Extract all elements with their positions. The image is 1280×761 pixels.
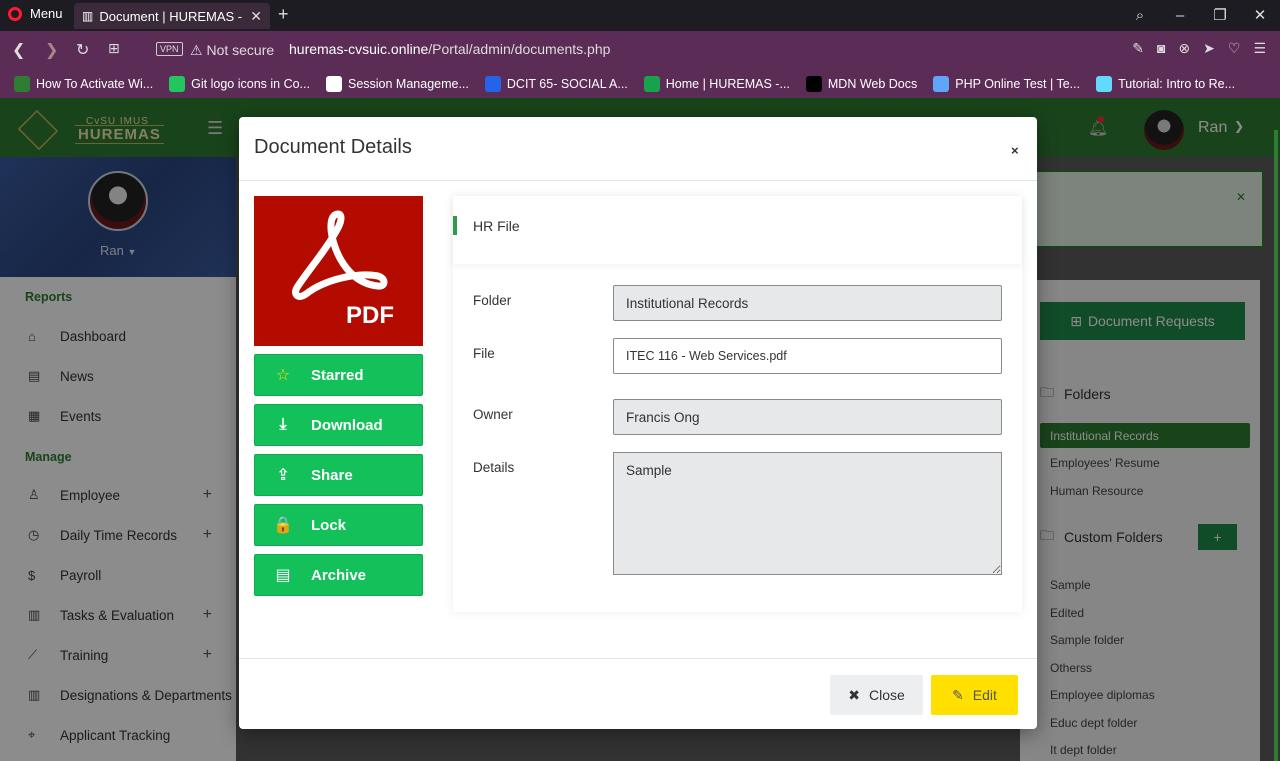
category-accent-bar [453, 216, 457, 235]
bookmark-favicon-icon [933, 75, 950, 92]
bookmark-favicon-icon [14, 75, 30, 92]
easy-setup-icon[interactable]: ☰ [1253, 40, 1266, 57]
bookmark-item[interactable]: MDN Web Docs [805, 75, 918, 92]
vpn-badge[interactable]: VPN [156, 42, 183, 56]
bookmark-label: Git logo icons in Co... [191, 76, 310, 91]
send-icon[interactable]: ➤ [1203, 40, 1215, 57]
action-label: Download [311, 416, 383, 434]
browser-search-icon[interactable]: ⌕ [1120, 0, 1160, 31]
edit-button-label: Edit [972, 687, 997, 703]
download-icon: ⤓ [279, 416, 287, 433]
bookmark-favicon-icon [325, 75, 342, 92]
category-strip: HR File [453, 196, 1022, 264]
close-button-label: Close [868, 687, 905, 703]
reload-icon[interactable]: ↻ [76, 40, 89, 60]
bookmark-item[interactable]: DCIT 65- SOCIAL A... [484, 75, 628, 92]
url-domain: huremas-cvsuic.online [289, 41, 429, 57]
tab-favicon-icon: ▥ [82, 9, 94, 23]
bookmark-favicon-icon [1096, 75, 1113, 92]
bookmark-item[interactable]: Home | HUREMAS -... [643, 75, 790, 92]
new-tab-icon[interactable]: + [278, 4, 289, 25]
folder-field[interactable] [613, 285, 1002, 321]
modal-title: Document Details [254, 136, 412, 158]
category-label: HR File [473, 218, 520, 234]
file-name-field[interactable] [613, 338, 1002, 374]
tab-close-icon[interactable]: ✕ [250, 8, 262, 25]
document-info-card: HR File Folder File Owner Details [453, 196, 1022, 612]
heart-icon[interactable]: ♡ [1228, 40, 1241, 57]
pdf-thumbnail: PDF [254, 196, 423, 346]
bookmark-item[interactable]: Tutorial: Intro to Re... [1096, 75, 1236, 92]
owner-label: Owner [473, 407, 513, 422]
scroll-edge [1274, 130, 1278, 761]
bookmark-label: PHP Online Test | Te... [955, 76, 1081, 91]
close-button[interactable]: ✖ Close [830, 675, 923, 715]
forward-icon[interactable]: ❯ [45, 40, 58, 60]
download-button[interactable]: ⤓ Download [254, 404, 423, 446]
modal-close-icon[interactable]: × [1011, 143, 1019, 158]
bookmark-label: How To Activate Wi... [36, 76, 154, 91]
tab-title: Document | HUREMAS - Cv [99, 8, 244, 24]
bookmark-label: MDN Web Docs [827, 76, 918, 91]
browser-menu-label: Menu [30, 6, 63, 21]
share-button[interactable]: ⇪ Share [254, 454, 423, 496]
action-label: Share [311, 466, 353, 484]
url-field[interactable]: huremas-cvsuic.online/Portal/admin/docum… [289, 41, 610, 57]
folder-label: Folder [473, 293, 512, 308]
tabs-grid-icon[interactable]: ⊞ [108, 40, 120, 57]
address-bar: ❮ ❯ ↻ ⊞ VPN ⚠ Not secure huremas-cvsuic.… [0, 31, 1280, 69]
security-label: Not secure [206, 42, 275, 58]
edit-url-icon[interactable]: ✎ [1132, 40, 1144, 57]
bookmark-favicon-icon [805, 75, 822, 92]
security-indicator[interactable]: ⚠ Not secure [190, 42, 274, 59]
bookmark-label: Tutorial: Intro to Re... [1118, 76, 1236, 91]
edit-icon: ✎ [952, 686, 964, 703]
star-icon: ☆ [275, 367, 291, 384]
block-icon[interactable]: ⊗ [1178, 40, 1190, 57]
restore-icon[interactable]: ❐ [1200, 0, 1240, 31]
bookmark-favicon-icon [643, 75, 660, 92]
back-icon[interactable]: ❮ [12, 40, 25, 60]
share-icon: ⇪ [276, 467, 290, 484]
file-label: File [473, 346, 495, 361]
bookmark-item[interactable]: Session Manageme... [325, 75, 469, 92]
document-details-modal: Document Details × PDF ☆ Starred ⤓ Download… [239, 117, 1037, 729]
snapshot-icon[interactable]: ◙ [1157, 40, 1165, 57]
bookmark-favicon-icon [169, 75, 186, 92]
modal-footer: ✖ Close ✎ Edit [239, 658, 1037, 729]
lock-icon: 🔒 [273, 517, 293, 534]
acrobat-icon [292, 210, 388, 300]
archive-icon: ▤ [275, 567, 291, 584]
url-path: /Portal/admin/documents.php [428, 41, 611, 57]
details-label: Details [473, 460, 515, 475]
modal-header: Document Details × [239, 117, 1037, 181]
pdf-label: PDF [346, 302, 394, 329]
browser-tab-active[interactable]: ▥ Document | HUREMAS - Cv ✕ [74, 3, 270, 29]
minimize-icon[interactable]: – [1160, 0, 1200, 31]
window-close-icon[interactable]: ✕ [1240, 0, 1280, 31]
archive-button[interactable]: ▤ Archive [254, 554, 423, 596]
bookmark-label: DCIT 65- SOCIAL A... [506, 76, 628, 91]
edit-button[interactable]: ✎ Edit [931, 675, 1018, 715]
bookmark-item[interactable]: PHP Online Test | Te... [933, 75, 1081, 92]
owner-field[interactable] [613, 399, 1002, 435]
close-x-icon: ✖ [848, 686, 860, 703]
browser-menu-button[interactable]: Menu [8, 6, 63, 21]
opera-logo-icon [8, 6, 22, 21]
details-textarea[interactable] [613, 452, 1002, 575]
action-label: Lock [311, 516, 347, 534]
lock-button[interactable]: 🔒 Lock [254, 504, 423, 546]
bookmarks-bar: How To Activate Wi... Git logo icons in C… [0, 69, 1280, 98]
bookmark-favicon-icon [484, 75, 501, 92]
starred-button[interactable]: ☆ Starred [254, 354, 423, 396]
bookmark-item[interactable]: How To Activate Wi... [14, 75, 154, 92]
action-label: Archive [311, 566, 367, 584]
action-label: Starred [311, 366, 364, 384]
bookmark-item[interactable]: Git logo icons in Co... [169, 75, 310, 92]
browser-tab-bar: Menu ▥ Document | HUREMAS - Cv ✕ + ⌕ – ❐… [0, 0, 1280, 31]
bookmark-label: Home | HUREMAS -... [665, 76, 790, 91]
bookmark-label: Session Manageme... [347, 76, 469, 91]
